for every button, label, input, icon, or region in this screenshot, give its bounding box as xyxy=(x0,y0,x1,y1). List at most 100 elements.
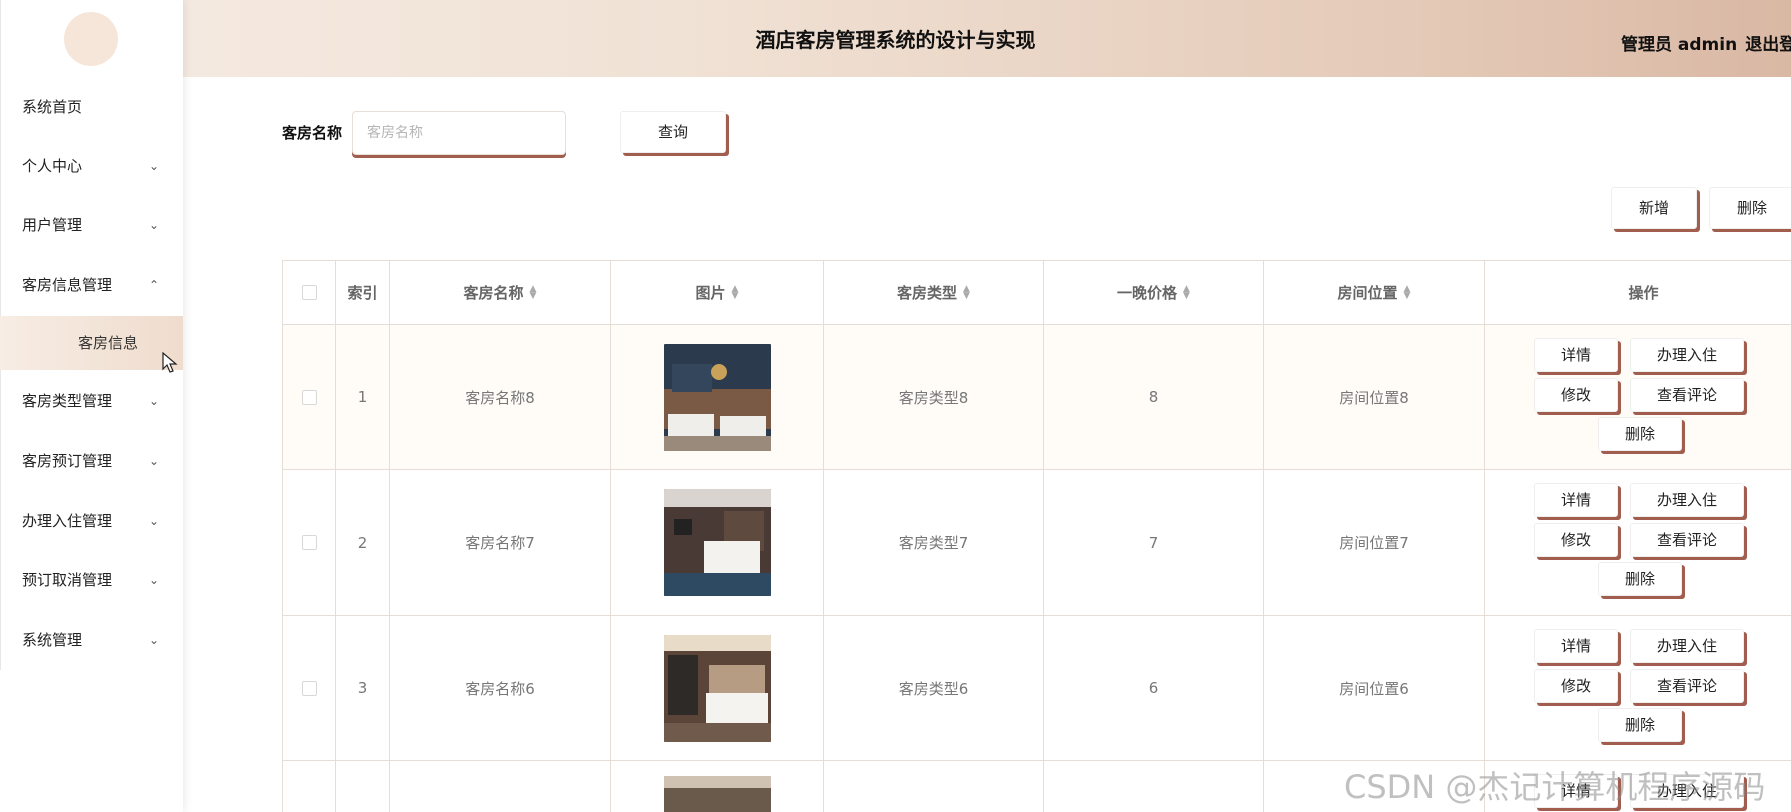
sidebar-item-label: 用户管理 xyxy=(22,216,83,234)
checkin-button[interactable]: 办理入住 xyxy=(1630,338,1744,372)
header-index: 索引 xyxy=(336,261,390,325)
delete-row-button[interactable]: 删除 xyxy=(1598,562,1682,596)
row-3-index: 3 xyxy=(336,616,390,761)
admin-label: 管理员 admin xyxy=(1621,35,1738,55)
sidebar-item-room-type[interactable]: 客房类型管理 ⌄ xyxy=(0,381,183,421)
detail-button[interactable]: 详情 xyxy=(1534,338,1618,372)
sidebar-item-label: 系统首页 xyxy=(22,98,83,116)
row-4-type xyxy=(824,761,1044,812)
select-all-checkbox[interactable] xyxy=(301,285,317,300)
row-1-location: 房间位置8 xyxy=(1264,325,1485,470)
chevron-down-icon: ⌄ xyxy=(148,394,159,408)
sidebar-item-cancel[interactable]: 预订取消管理 ⌄ xyxy=(0,560,183,600)
row-checkbox[interactable] xyxy=(301,389,317,405)
row-4-index xyxy=(336,761,390,812)
row-1-name: 客房名称8 xyxy=(390,325,611,470)
delete-row-button[interactable]: 删除 xyxy=(1598,417,1682,451)
chevron-down-icon: ⌄ xyxy=(148,514,159,528)
sidebar-item-checkin[interactable]: 办理入住管理 ⌄ xyxy=(0,501,183,541)
chevron-down-icon: ⌄ xyxy=(148,159,159,173)
row-4-select xyxy=(283,761,336,812)
checkin-button[interactable]: 办理入住 xyxy=(1630,483,1744,517)
room-photo xyxy=(663,343,771,451)
row-3-type: 客房类型6 xyxy=(824,616,1044,761)
delete-row-button[interactable]: 删除 xyxy=(1598,708,1682,742)
row-1-price: 8 xyxy=(1044,325,1264,470)
row-3-image xyxy=(611,616,824,761)
sidebar-item-home[interactable]: 系统首页 xyxy=(0,87,183,127)
room-table: 索引 客房名称 ▲ ▼ 图片 ▲ ▼ 客房类型 ▲ ▼ 一晚价格 ▲ ▼ 房间位置 ▲ ▼ 操作 1… xyxy=(282,260,1791,812)
row-1-select xyxy=(283,325,336,470)
sidebar-item-label: 客房预订管理 xyxy=(22,452,113,470)
page-title: 酒店客房管理系统的设计与实现 xyxy=(755,28,1036,52)
sidebar-item-personal[interactable]: 个人中心 ⌄ xyxy=(0,146,183,186)
sidebar-item-users[interactable]: 用户管理 ⌄ xyxy=(0,205,183,245)
header-image[interactable]: 图片 ▲ ▼ xyxy=(611,261,824,325)
search-label: 客房名称 xyxy=(282,124,343,142)
sidebar-subitem-room-info[interactable]: 客房信息 xyxy=(0,316,183,370)
row-3-select xyxy=(283,616,336,761)
sidebar-item-label: 客房类型管理 xyxy=(22,392,113,410)
sidebar: 系统首页 个人中心 ⌄ 用户管理 ⌄ 客房信息管理 ⌃ 客房信息 客房类型管理 … xyxy=(0,0,183,812)
detail-button[interactable]: 详情 xyxy=(1534,483,1618,517)
logout-button[interactable]: 退出登录 xyxy=(1745,35,1791,55)
row-2-price: 7 xyxy=(1044,470,1264,616)
room-name-search-input[interactable] xyxy=(352,111,566,155)
sort-icon: ▲ ▼ xyxy=(1403,283,1411,301)
add-button[interactable]: 新增 xyxy=(1611,187,1697,229)
header-room-type[interactable]: 客房类型 ▲ ▼ xyxy=(824,261,1044,325)
sidebar-item-booking[interactable]: 客房预订管理 ⌄ xyxy=(0,441,183,481)
batch-delete-button[interactable]: 删除 xyxy=(1709,187,1791,229)
watermark: CSDN @杰记计算机程序源码 xyxy=(1344,768,1766,806)
row-4-image xyxy=(611,761,824,812)
header-location[interactable]: 房间位置 ▲ ▼ xyxy=(1264,261,1485,325)
sidebar-item-label: 客房信息管理 xyxy=(22,276,113,294)
row-4-price xyxy=(1044,761,1264,812)
sort-icon: ▲ ▼ xyxy=(529,283,537,301)
sidebar-item-label: 预订取消管理 xyxy=(22,571,113,589)
app-root: 酒店客房管理系统的设计与实现 管理员 admin 退出登录 系统首页 个人中心 ⌄… xyxy=(0,0,1791,812)
header-price[interactable]: 一晚价格 ▲ ▼ xyxy=(1044,261,1264,325)
chevron-down-icon: ⌄ xyxy=(148,218,159,232)
row-2-index: 2 xyxy=(336,470,390,616)
sort-icon: ▲ ▼ xyxy=(1183,283,1190,301)
view-reviews-button[interactable]: 查看评论 xyxy=(1630,378,1744,412)
chevron-down-icon: ⌄ xyxy=(148,573,159,587)
sidebar-item-room-info[interactable]: 客房信息管理 ⌃ xyxy=(0,265,183,305)
header-label: 图片 xyxy=(695,284,726,302)
sort-icon: ▲ ▼ xyxy=(963,283,970,301)
top-header: 酒店客房管理系统的设计与实现 管理员 admin 退出登录 xyxy=(0,0,1791,77)
row-2-type: 客房类型7 xyxy=(824,470,1044,616)
header-label: 一晚价格 xyxy=(1117,284,1178,302)
user-area: 管理员 admin 退出登录 xyxy=(1621,30,1791,55)
row-1-index: 1 xyxy=(336,325,390,470)
row-3-price: 6 xyxy=(1044,616,1264,761)
row-3-location: 房间位置6 xyxy=(1264,616,1485,761)
row-checkbox[interactable] xyxy=(301,680,317,696)
room-photo xyxy=(663,776,771,812)
header-room-name[interactable]: 客房名称 ▲ ▼ xyxy=(390,261,611,325)
checkin-button[interactable]: 办理入住 xyxy=(1630,629,1744,663)
sidebar-item-system[interactable]: 系统管理 ⌄ xyxy=(0,620,183,660)
edit-button[interactable]: 修改 xyxy=(1534,378,1618,412)
edit-button[interactable]: 修改 xyxy=(1534,669,1618,703)
chevron-up-icon: ⌃ xyxy=(148,278,159,292)
row-3-name: 客房名称6 xyxy=(390,616,611,761)
chevron-down-icon: ⌄ xyxy=(148,633,159,647)
chevron-down-icon: ⌄ xyxy=(148,454,159,468)
row-1-type: 客房类型8 xyxy=(824,325,1044,470)
room-photo xyxy=(663,489,771,596)
sort-icon: ▲ ▼ xyxy=(731,283,739,301)
detail-button[interactable]: 详情 xyxy=(1534,629,1618,663)
header-label: 客房名称 xyxy=(463,284,524,302)
room-photo xyxy=(663,634,771,742)
row-4-name xyxy=(390,761,611,812)
sidebar-item-label: 系统管理 xyxy=(22,631,83,649)
edit-button[interactable]: 修改 xyxy=(1534,523,1618,557)
view-reviews-button[interactable]: 查看评论 xyxy=(1630,523,1744,557)
row-1-image xyxy=(611,325,824,470)
query-button[interactable]: 查询 xyxy=(620,111,726,153)
view-reviews-button[interactable]: 查看评论 xyxy=(1630,669,1744,703)
row-checkbox[interactable] xyxy=(301,535,317,550)
header-actions: 操作 xyxy=(1485,261,1791,325)
